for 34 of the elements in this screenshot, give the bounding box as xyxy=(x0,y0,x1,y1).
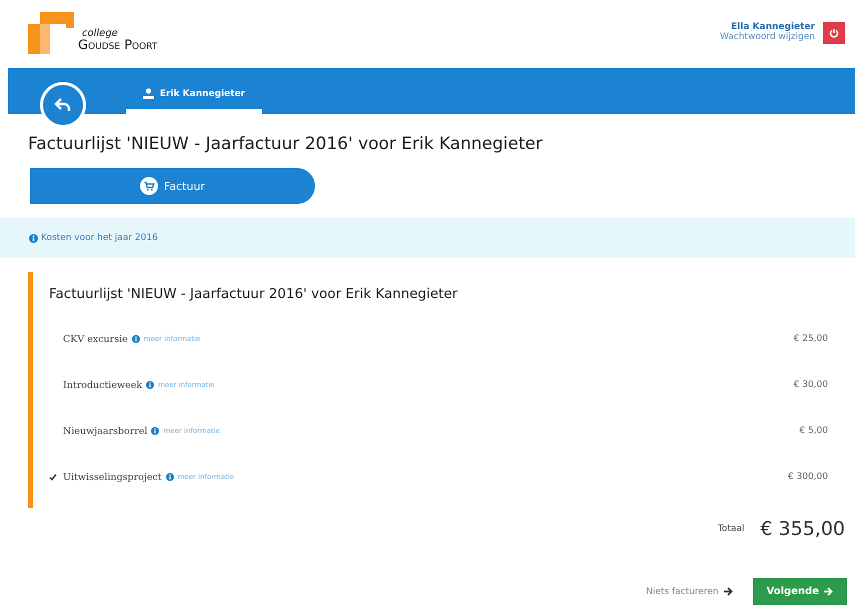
item-amount: € 5,00 xyxy=(799,426,828,436)
power-icon xyxy=(829,28,839,38)
info-icon xyxy=(146,381,154,389)
total-label: Totaal xyxy=(718,524,744,534)
person-icon xyxy=(142,88,154,99)
item-name: Uitwisselingsproject xyxy=(63,472,162,482)
info-icon xyxy=(151,427,160,435)
logo-name: Goudse Poort xyxy=(78,39,158,52)
item-name: Nieuwjaarsborrel xyxy=(63,426,148,436)
logo-tagline: college xyxy=(82,28,119,39)
change-password-link[interactable]: Wachtwoord wijzigen xyxy=(720,32,815,42)
logo-icon xyxy=(28,12,74,54)
item-name: CKV excursie xyxy=(63,334,128,344)
logout-button[interactable] xyxy=(823,22,845,44)
step-label: Factuur xyxy=(164,180,205,192)
info-icon xyxy=(132,335,140,343)
info-icon xyxy=(29,234,38,242)
cart-icon xyxy=(140,177,158,195)
item-amount: € 300,00 xyxy=(788,472,828,482)
user-name: Ella Kannegieter xyxy=(731,22,815,32)
arrow-right-icon xyxy=(823,587,833,596)
item-amount: € 25,00 xyxy=(794,334,828,344)
student-tab[interactable]: Erik Kannegieter xyxy=(126,78,262,114)
next-button[interactable]: Volgende xyxy=(752,578,847,605)
total-amount: € 355,00 xyxy=(760,518,845,540)
info-icon xyxy=(166,473,174,481)
item-amount: € 30,00 xyxy=(794,380,828,390)
info-text: Kosten voor het jaar 2016 xyxy=(41,233,158,243)
page-title: Factuurlijst 'NIEUW - Jaarfactuur 2016' voor Erik Kannegieter xyxy=(28,134,544,154)
card-title: Factuurlijst 'NIEUW - Jaarfactuur 2016' voor Erik Kannegieter xyxy=(49,286,459,302)
item-name: Introductieweek xyxy=(63,380,142,390)
arrow-right-icon xyxy=(722,587,732,596)
skip-invoicing-link[interactable]: Niets factureren xyxy=(646,586,732,596)
back-arrow-icon xyxy=(54,97,72,113)
